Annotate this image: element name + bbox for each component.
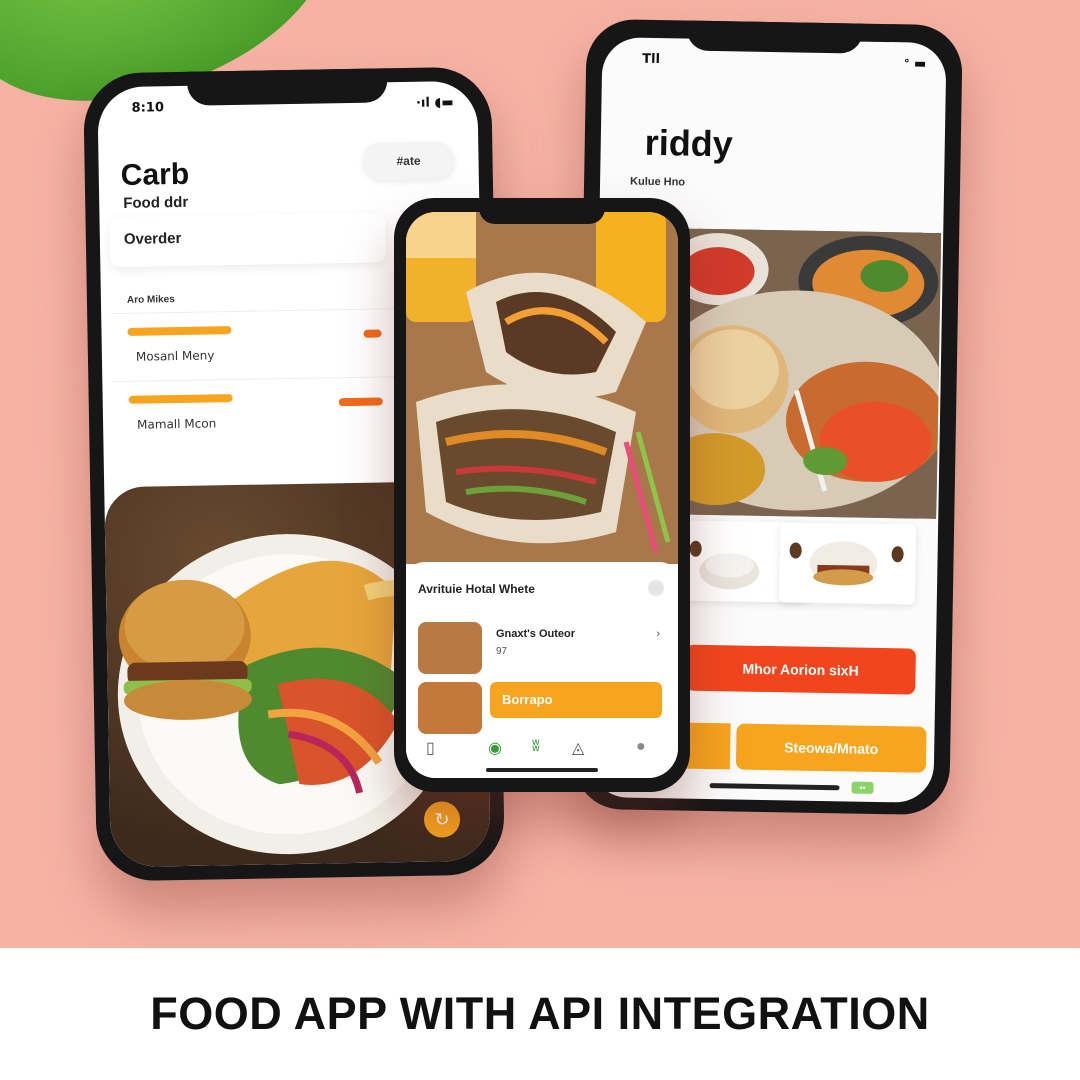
meal-spread-illustration [646,228,947,519]
status-icons: ᐤ ▬ [904,56,927,72]
phone-center: Avrituie Hotal Whete Gnaxt's Outeor 97 ›… [394,198,690,792]
burger-illustration [789,541,904,586]
page-subtitle: Food ddr [123,193,189,212]
bottom-nav: ▯ ◉ ʬ ◬ ● [406,738,678,768]
phone-center-screen: Avrituie Hotal Whete Gnaxt's Outeor 97 ›… [406,212,678,778]
salad-icon[interactable]: ◉ [488,738,502,758]
caption-banner: FOOD APP WITH API INTEGRATION [0,948,1080,1080]
bookmark-icon[interactable]: ◬ [572,738,584,758]
menu-item-thumbnail[interactable] [418,682,482,734]
info-icon[interactable] [648,580,664,596]
phone-notch [186,68,388,106]
page-subtitle: Kulue Hno [629,175,686,189]
list-item[interactable]: Mosanl Meny [111,308,405,374]
list-item-label: Mosanl Meny [135,348,215,364]
status-icons: ·ıl ◖▬ [415,95,454,111]
progress-bar [127,326,232,336]
list-item-label: Mamall Mcon [136,416,217,432]
menu-item-thumbnail[interactable] [418,622,482,674]
status-time: 8:10 [131,100,165,116]
page-title: Carb [120,157,190,192]
page-title: riddy [644,121,734,165]
hero-background: 8:10 ·ıl ◖▬ Carb Food ddr #ate Overder A… [0,0,1080,948]
food-photo [406,212,678,564]
copy-icon[interactable]: ▯ [426,738,435,758]
menu-item-title: Gnaxt's Outeor [496,628,576,640]
thumbnail-card[interactable] [778,522,917,605]
phone-notch [686,20,863,54]
phone-notch [479,198,605,224]
food-photo [646,228,947,519]
card-title: Avrituie Hotal Whete [418,582,535,596]
status-time: Tll [642,51,661,68]
status-tag [363,329,382,338]
leaf-icon[interactable]: ʬ [532,738,540,756]
home-indicator [486,768,598,772]
pin-icon[interactable]: ● [636,738,646,756]
progress-bar [128,394,233,404]
chevron-right-icon[interactable]: › [656,628,660,640]
order-field[interactable]: Overder [109,212,387,268]
add-to-cart-button[interactable]: Borrapo [490,682,662,718]
menu-item-subtitle: 97 [496,646,508,657]
list-item[interactable]: Mamall Mcon [112,376,406,442]
wrap-illustration [406,212,678,564]
refresh-icon: ↻ [434,808,450,830]
caption-title: FOOD APP WITH API INTEGRATION [150,988,930,1039]
home-indicator [709,783,840,791]
section-label: Aro Mikes [126,294,175,306]
status-tag [338,397,383,407]
status-badge: •• [851,781,874,794]
primary-action-button[interactable]: Mhor Aorion sixH [685,644,916,695]
secondary-action-button[interactable]: Steowa/Mnato [735,723,927,773]
restaurant-card: Avrituie Hotal Whete Gnaxt's Outeor 97 ›… [406,562,678,778]
filter-pill[interactable]: #ate [362,141,455,181]
